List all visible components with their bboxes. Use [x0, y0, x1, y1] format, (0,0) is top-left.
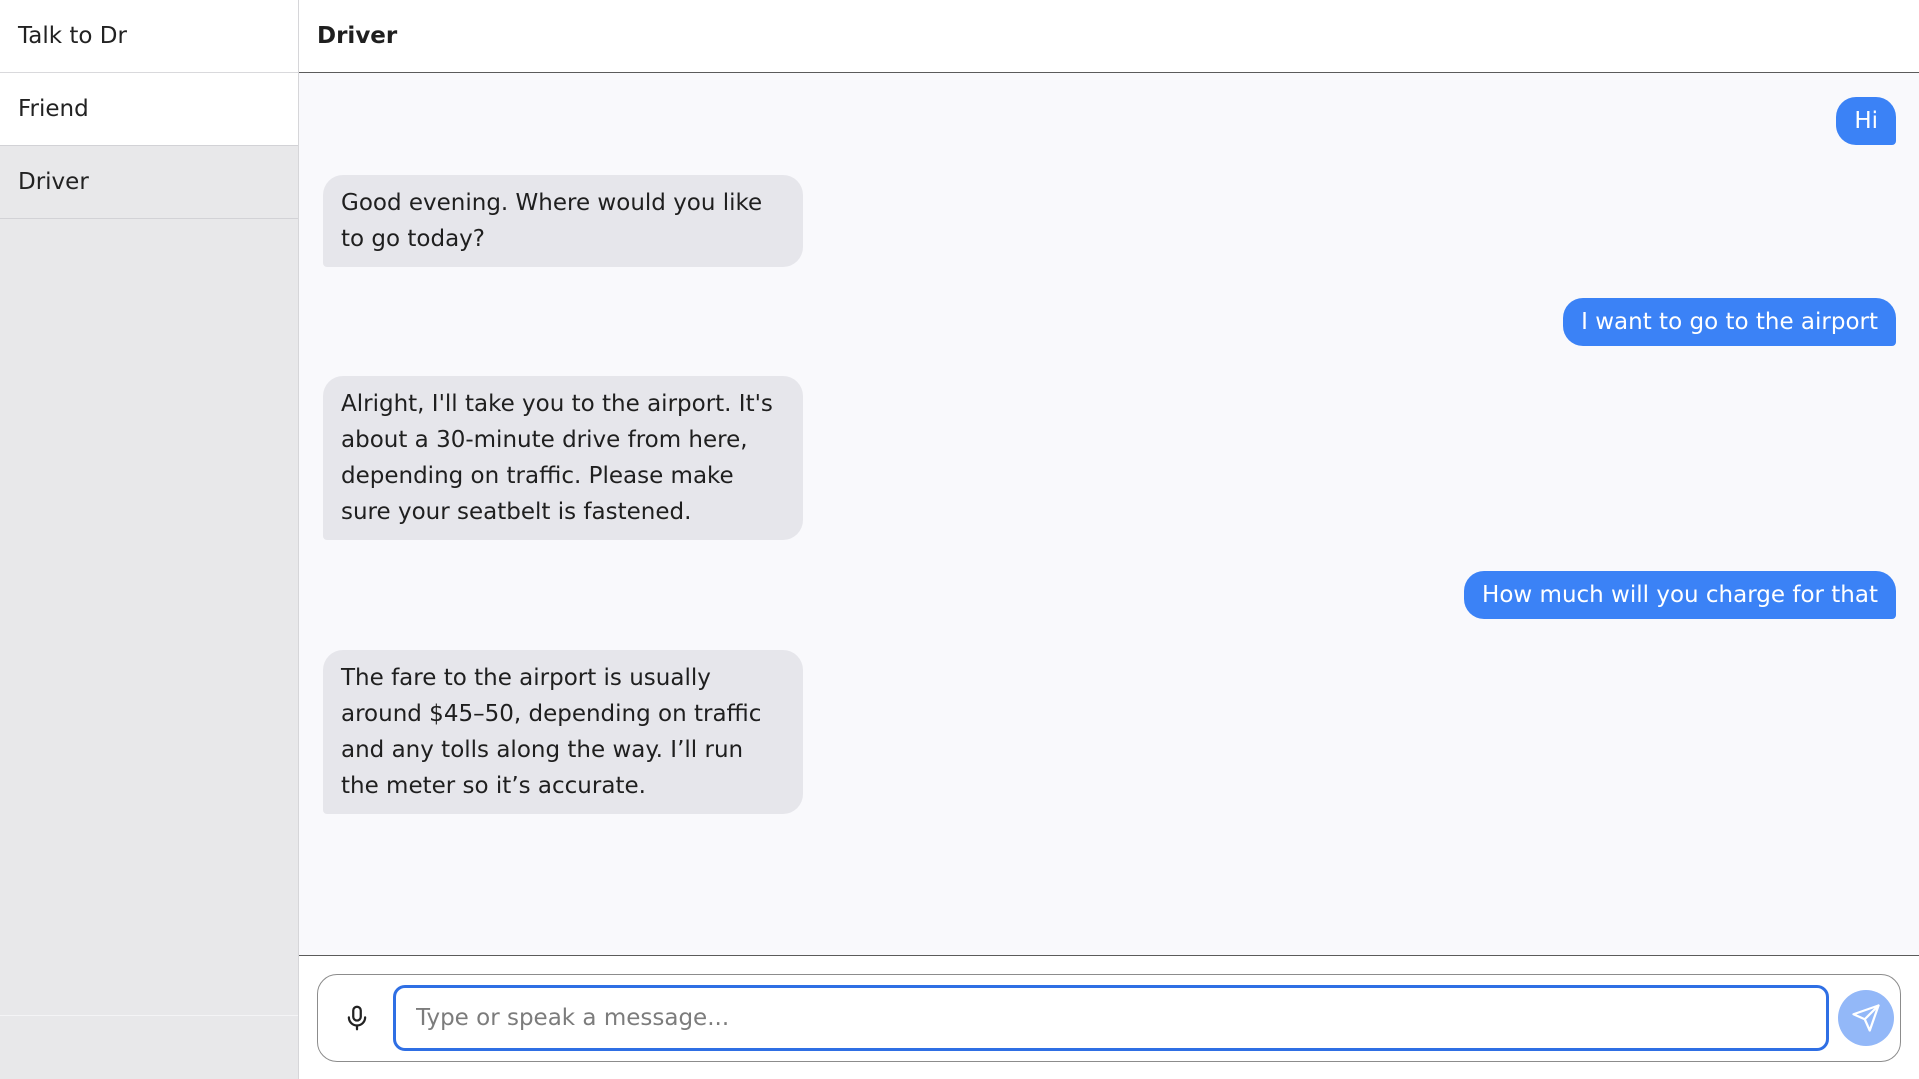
message-row: The fare to the airport is usually aroun…: [323, 650, 1896, 814]
sidebar-item-label: Driver: [18, 169, 89, 195]
send-button[interactable]: [1838, 990, 1894, 1046]
sidebar-item-friend[interactable]: Friend: [0, 73, 298, 146]
paper-plane-icon: [1852, 1004, 1880, 1032]
app-brand: Talk to Dr: [0, 0, 298, 73]
message-composer: [317, 974, 1901, 1062]
message-row: How much will you charge for that: [323, 571, 1896, 619]
bot-message-bubble: Alright, I'll take you to the airport. I…: [323, 376, 803, 540]
sidebar-item-driver[interactable]: Driver: [0, 146, 298, 219]
bot-message-bubble: Good evening. Where would you like to go…: [323, 175, 803, 267]
chat-header: Driver: [299, 0, 1919, 73]
message-input-wrapper: [393, 985, 1829, 1051]
message-row: Hi: [323, 97, 1896, 145]
user-message-bubble: I want to go to the airport: [1563, 298, 1896, 346]
user-message-bubble: Hi: [1836, 97, 1896, 145]
message-input[interactable]: [414, 1004, 1826, 1032]
message-row: Alright, I'll take you to the airport. I…: [323, 376, 1896, 540]
composer-area: [299, 955, 1919, 1079]
microphone-icon[interactable]: [342, 1003, 372, 1033]
sidebar: Talk to Dr Friend Driver: [0, 0, 299, 1079]
chat-panel: Driver Hi Good evening. Where would you …: [299, 0, 1919, 1079]
sidebar-divider: [0, 1015, 298, 1016]
bot-message-bubble: The fare to the airport is usually aroun…: [323, 650, 803, 814]
chat-title: Driver: [317, 23, 398, 49]
message-row: I want to go to the airport: [323, 298, 1896, 346]
app-window: Talk to Dr Friend Driver Driver Hi Good …: [0, 0, 1919, 1079]
message-list: Hi Good evening. Where would you like to…: [299, 73, 1919, 955]
sidebar-item-label: Friend: [18, 96, 89, 122]
user-message-bubble: How much will you charge for that: [1464, 571, 1896, 619]
message-row: Good evening. Where would you like to go…: [323, 175, 1896, 267]
